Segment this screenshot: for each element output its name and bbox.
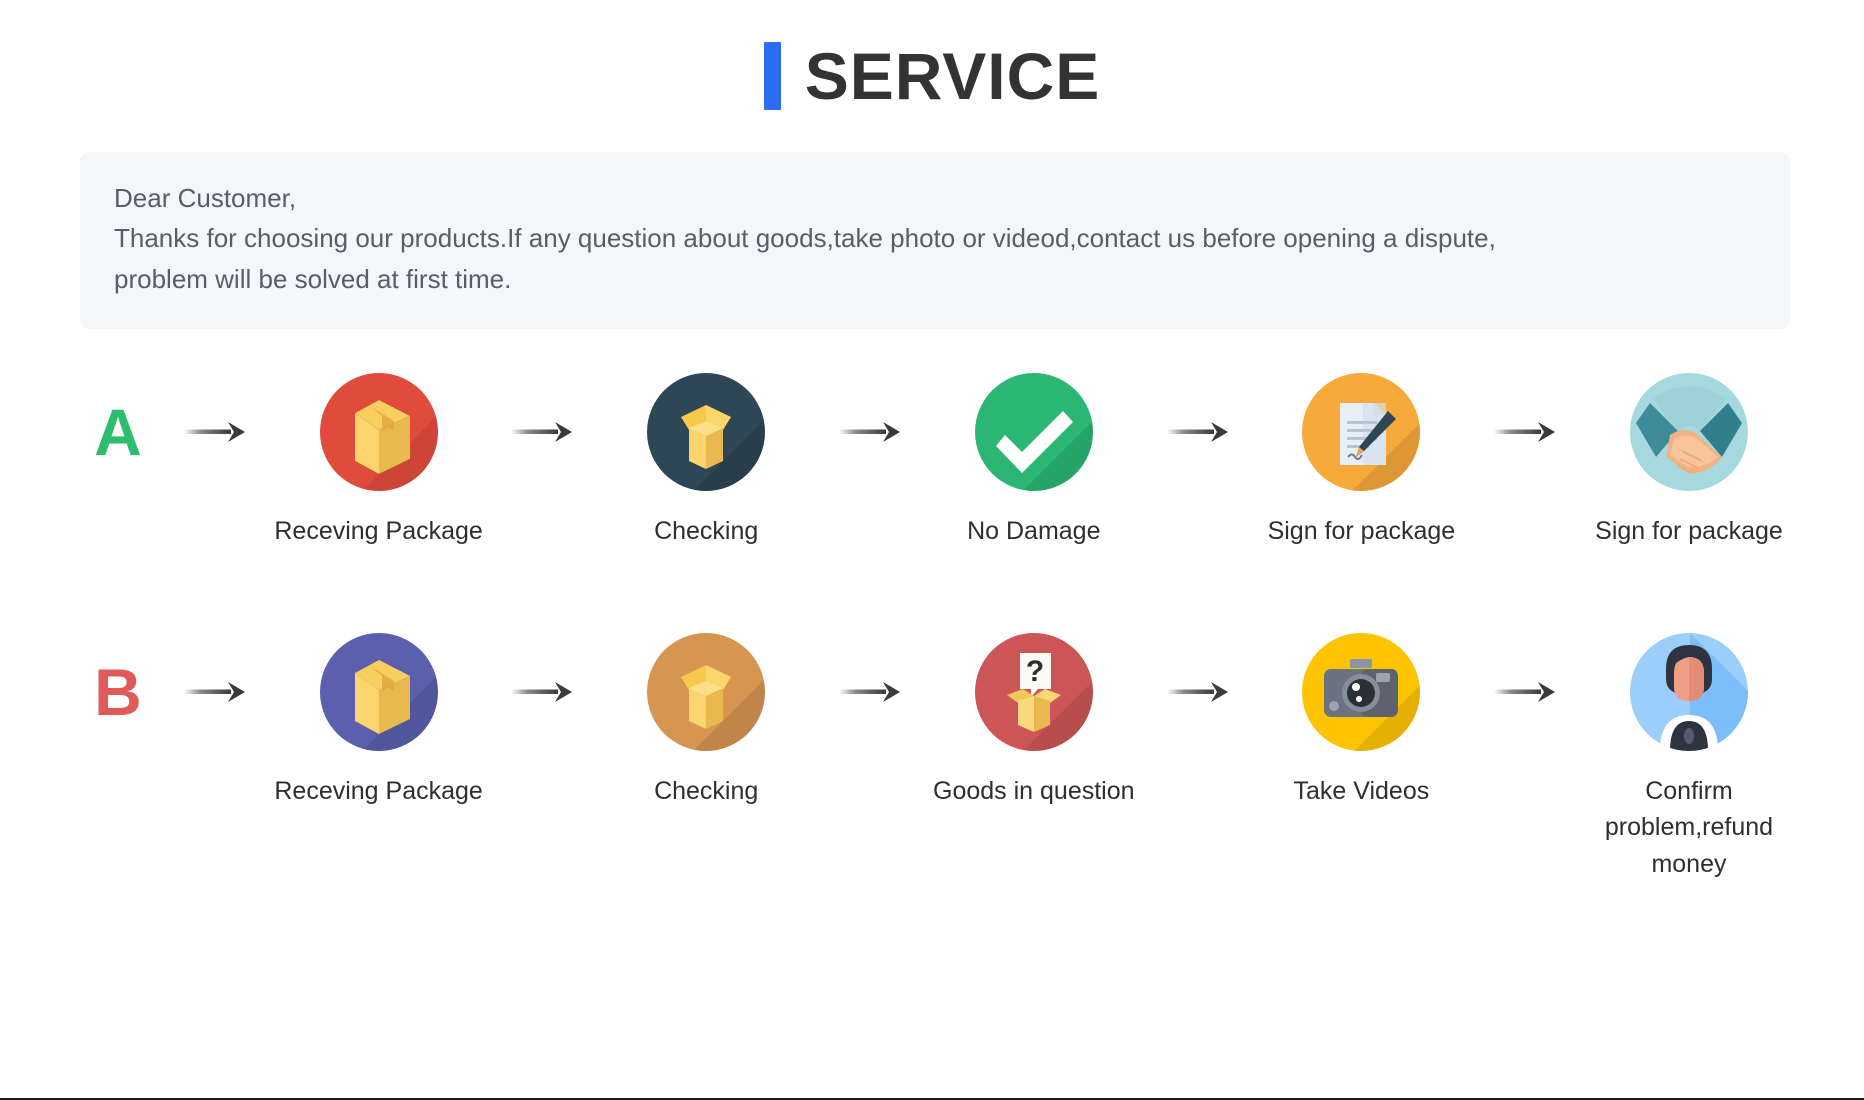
flow-step-label: Sign for package xyxy=(1267,516,1456,545)
flow-step-label: No Damage xyxy=(967,516,1101,545)
flow-step: Receving Package xyxy=(264,372,494,549)
arrow-right-icon xyxy=(833,633,907,751)
flow-step-label: Receving Package xyxy=(274,516,483,545)
title-accent-bar xyxy=(763,42,781,110)
svg-text:?: ? xyxy=(1026,655,1044,688)
document-pen-icon xyxy=(1302,372,1421,491)
handshake-icon xyxy=(1629,372,1748,491)
arrow-right-icon xyxy=(1161,373,1235,491)
open-box-icon xyxy=(647,633,766,752)
question-box-icon: ? xyxy=(974,633,1093,752)
arrow-right-icon xyxy=(505,633,579,751)
flow-step: ? Goods in question xyxy=(919,633,1149,809)
process-flows: A Receving Package Checking No Damage Si… xyxy=(0,372,1864,882)
flow-step-label: Take Videos xyxy=(1293,777,1430,806)
flow-step: Confirm problem,refund money xyxy=(1574,633,1804,882)
arrow-right-icon xyxy=(1161,633,1235,751)
flow-badge-letter: B xyxy=(94,655,142,730)
flow-badge-b: B xyxy=(70,633,166,751)
support-person-icon xyxy=(1629,633,1748,752)
arrow-right-icon xyxy=(1488,373,1562,491)
page-title-text: SERVICE xyxy=(804,39,1101,113)
arrow-right-icon xyxy=(178,633,252,751)
flow-step: Take Videos xyxy=(1246,633,1476,809)
package-box-icon xyxy=(319,633,438,752)
flow-row-b: B Receving Package Checking ? Goods in q… xyxy=(70,633,1804,882)
flow-step: Checking xyxy=(591,372,821,549)
arrow-right-icon xyxy=(833,373,907,491)
arrow-right-icon xyxy=(505,373,579,491)
notice-line-1: Dear Customer, xyxy=(114,183,297,213)
flow-step: Sign for package xyxy=(1574,372,1804,549)
open-box-icon xyxy=(647,372,766,491)
flow-step-label: Confirm problem,refund money xyxy=(1604,777,1774,878)
flow-row-a: A Receving Package Checking No Damage Si… xyxy=(70,372,1804,549)
flow-step-label: Checking xyxy=(654,516,759,545)
flow-step-label: Receving Package xyxy=(274,777,483,806)
camera-icon xyxy=(1302,633,1421,752)
check-mark-icon xyxy=(974,372,1093,491)
flow-step: No Damage xyxy=(919,372,1149,549)
flow-step: Checking xyxy=(591,633,821,809)
customer-notice: Dear Customer, Thanks for choosing our p… xyxy=(80,152,1790,329)
package-box-icon xyxy=(319,372,438,491)
flow-badge-letter: A xyxy=(94,394,142,469)
flow-step-label: Checking xyxy=(654,777,759,806)
flow-step: Sign for package xyxy=(1246,372,1476,549)
flow-step-label: Sign for package xyxy=(1595,516,1783,545)
service-page: SERVICE Dear Customer, Thanks for choosi… xyxy=(0,0,1864,1100)
flow-step: Receving Package xyxy=(264,633,494,809)
arrow-right-icon xyxy=(1488,633,1562,751)
notice-line-3: problem will be solved at first time. xyxy=(114,263,512,294)
page-title: SERVICE xyxy=(0,0,1864,110)
arrow-right-icon xyxy=(178,373,252,491)
notice-line-2: Thanks for choosing our products.If any … xyxy=(114,223,1496,254)
flow-step-label: Goods in question xyxy=(933,777,1135,806)
flow-badge-a: A xyxy=(70,373,166,491)
